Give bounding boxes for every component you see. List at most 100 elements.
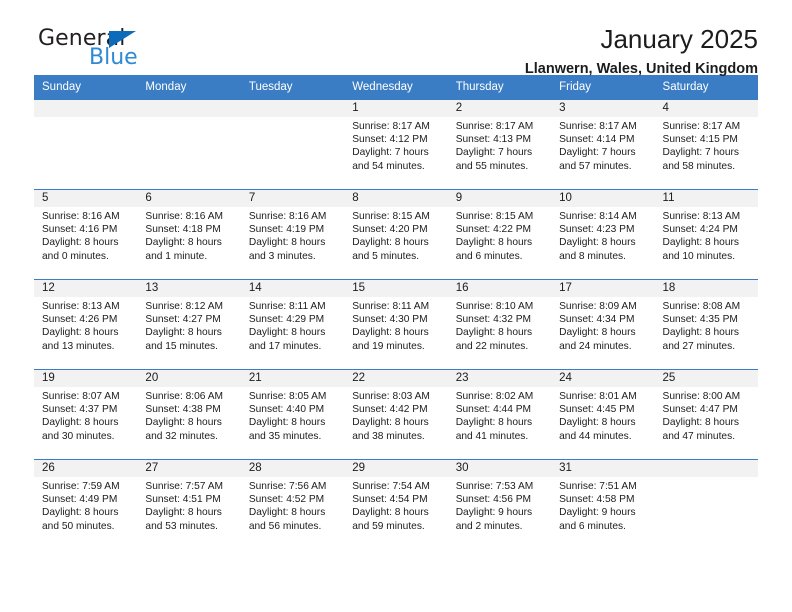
day-number: 15 xyxy=(344,280,448,297)
day-number xyxy=(654,460,758,477)
calendar-day-cell[interactable]: 9 Sunrise: 8:15 AM Sunset: 4:22 PM Daylight… xyxy=(447,189,552,279)
sunrise-text: Sunrise: 8:14 AM xyxy=(559,211,637,222)
calendar-day-cell[interactable]: 11 Sunrise: 8:13 AM Sunset: 4:24 PM Dayligh… xyxy=(654,189,758,279)
day-number: 16 xyxy=(447,280,552,297)
sunrise-text: Sunrise: 7:56 AM xyxy=(248,481,327,492)
calendar-day-cell[interactable]: 16 Sunrise: 8:10 AM Sunset: 4:32 PM Dayligh… xyxy=(447,279,552,369)
daylight-text-line1: Daylight: 8 hours xyxy=(662,237,739,249)
day-details: Sunrise: 8:15 AM Sunset: 4:22 PM Daylight:… xyxy=(448,207,551,263)
general-blue-logo[interactable]: General Blue xyxy=(34,26,234,74)
day-number: 12 xyxy=(34,280,138,297)
sunset-text: Sunset: 4:54 PM xyxy=(352,494,428,506)
daylight-text-line1: Daylight: 8 hours xyxy=(352,507,429,519)
day-details: Sunrise: 8:00 AM Sunset: 4:47 PM Daylight:… xyxy=(655,387,758,443)
day-details: Sunrise: 8:17 AM Sunset: 4:12 PM Daylight:… xyxy=(344,117,447,173)
calendar-day-cell[interactable]: 7 Sunrise: 8:16 AM Sunset: 4:19 PM Daylight… xyxy=(240,189,345,279)
calendar-day-cell[interactable]: 4 Sunrise: 8:17 AM Sunset: 4:15 PM Daylight… xyxy=(654,99,758,189)
sunset-text: Sunset: 4:26 PM xyxy=(42,314,118,326)
day-cell-inner: 30 Sunrise: 7:53 AM Sunset: 4:56 PM Dayligh… xyxy=(447,459,552,549)
daylight-text-line1: Daylight: 7 hours xyxy=(352,147,429,159)
calendar-header: Sunday Monday Tuesday Wednesday Thursday… xyxy=(34,75,758,99)
day-cell-inner: 26 Sunrise: 7:59 AM Sunset: 4:49 PM Dayligh… xyxy=(34,459,138,549)
calendar-day-cell[interactable]: 21 Sunrise: 8:05 AM Sunset: 4:40 PM Dayligh… xyxy=(240,369,345,459)
daylight-text-line2: and 56 minutes. xyxy=(248,520,322,532)
calendar-body: 1 Sunrise: 8:17 AM Sunset: 4:12 PM Daylight… xyxy=(34,99,758,549)
daylight-text-line1: Daylight: 8 hours xyxy=(662,417,739,429)
sunset-text: Sunset: 4:35 PM xyxy=(662,314,738,326)
day-details: Sunrise: 7:54 AM Sunset: 4:54 PM Daylight:… xyxy=(344,477,447,533)
daylight-text-line1: Daylight: 7 hours xyxy=(662,147,739,159)
daylight-text-line1: Daylight: 8 hours xyxy=(559,237,636,249)
calendar-day-cell[interactable]: 28 Sunrise: 7:56 AM Sunset: 4:52 PM Dayligh… xyxy=(240,459,345,549)
sunset-text: Sunset: 4:32 PM xyxy=(455,314,532,326)
daylight-text-line1: Daylight: 8 hours xyxy=(662,327,739,339)
calendar-day-cell[interactable]: 19 Sunrise: 8:07 AM Sunset: 4:37 PM Dayligh… xyxy=(34,369,138,459)
calendar-day-cell[interactable]: 24 Sunrise: 8:01 AM Sunset: 4:45 PM Dayligh… xyxy=(551,369,655,459)
daylight-text-line2: and 0 minutes. xyxy=(42,250,109,262)
daylight-text-line1: Daylight: 8 hours xyxy=(42,237,119,249)
calendar-day-cell xyxy=(137,99,241,189)
daylight-text-line1: Daylight: 8 hours xyxy=(559,417,636,429)
calendar-day-cell[interactable]: 20 Sunrise: 8:06 AM Sunset: 4:38 PM Dayligh… xyxy=(137,369,241,459)
daylight-text-line1: Daylight: 8 hours xyxy=(352,237,429,249)
calendar-day-cell[interactable]: 31 Sunrise: 7:51 AM Sunset: 4:58 PM Dayligh… xyxy=(551,459,655,549)
day-details: Sunrise: 8:06 AM Sunset: 4:38 PM Daylight:… xyxy=(137,387,240,443)
calendar-day-cell[interactable]: 1 Sunrise: 8:17 AM Sunset: 4:12 PM Daylight… xyxy=(344,99,448,189)
daylight-text-line2: and 57 minutes. xyxy=(559,160,632,172)
calendar-day-cell[interactable]: 3 Sunrise: 8:17 AM Sunset: 4:14 PM Daylight… xyxy=(551,99,655,189)
sunrise-text: Sunrise: 8:11 AM xyxy=(352,301,430,312)
calendar-day-cell[interactable]: 8 Sunrise: 8:15 AM Sunset: 4:20 PM Daylight… xyxy=(344,189,448,279)
daylight-text-line1: Daylight: 8 hours xyxy=(248,237,326,249)
masthead: General Blue January 2025 Llanwern, Wale… xyxy=(34,0,758,76)
calendar-day-cell[interactable]: 6 Sunrise: 8:16 AM Sunset: 4:18 PM Daylight… xyxy=(137,189,241,279)
day-cell-inner: 16 Sunrise: 8:10 AM Sunset: 4:32 PM Dayligh… xyxy=(447,279,552,369)
day-number: 28 xyxy=(240,460,345,477)
daylight-text-line2: and 6 minutes. xyxy=(559,520,626,532)
daylight-text-line1: Daylight: 8 hours xyxy=(455,237,533,249)
calendar-day-cell[interactable]: 29 Sunrise: 7:54 AM Sunset: 4:54 PM Dayligh… xyxy=(344,459,448,549)
sunrise-text: Sunrise: 7:53 AM xyxy=(455,481,534,492)
calendar-day-cell[interactable]: 30 Sunrise: 7:53 AM Sunset: 4:56 PM Dayligh… xyxy=(447,459,552,549)
sunrise-text: Sunrise: 8:12 AM xyxy=(145,301,224,312)
day-details: Sunrise: 8:17 AM Sunset: 4:15 PM Daylight:… xyxy=(655,117,758,173)
calendar-day-cell[interactable]: 5 Sunrise: 8:16 AM Sunset: 4:16 PM Daylight… xyxy=(34,189,138,279)
calendar-day-cell[interactable]: 23 Sunrise: 8:02 AM Sunset: 4:44 PM Dayligh… xyxy=(447,369,552,459)
calendar-day-cell[interactable]: 15 Sunrise: 8:11 AM Sunset: 4:30 PM Dayligh… xyxy=(344,279,448,369)
daylight-text-line2: and 8 minutes. xyxy=(559,250,626,262)
calendar-day-cell[interactable]: 17 Sunrise: 8:09 AM Sunset: 4:34 PM Dayligh… xyxy=(551,279,655,369)
calendar-day-cell[interactable]: 27 Sunrise: 7:57 AM Sunset: 4:51 PM Dayligh… xyxy=(137,459,241,549)
daylight-text-line2: and 47 minutes. xyxy=(662,430,736,442)
calendar-day-cell[interactable]: 18 Sunrise: 8:08 AM Sunset: 4:35 PM Dayligh… xyxy=(654,279,758,369)
sunrise-text: Sunrise: 7:54 AM xyxy=(352,481,430,492)
day-number: 5 xyxy=(34,190,138,207)
sunrise-text: Sunrise: 8:05 AM xyxy=(248,391,327,402)
calendar-day-cell[interactable]: 22 Sunrise: 8:03 AM Sunset: 4:42 PM Dayligh… xyxy=(344,369,448,459)
calendar-day-cell[interactable]: 13 Sunrise: 8:12 AM Sunset: 4:27 PM Dayligh… xyxy=(137,279,241,369)
sunset-text: Sunset: 4:56 PM xyxy=(455,494,532,506)
calendar-day-cell[interactable]: 25 Sunrise: 8:00 AM Sunset: 4:47 PM Dayligh… xyxy=(654,369,758,459)
day-number: 29 xyxy=(344,460,448,477)
daylight-text-line1: Daylight: 8 hours xyxy=(455,327,533,339)
daylight-text-line2: and 27 minutes. xyxy=(662,340,736,352)
calendar-day-cell[interactable]: 26 Sunrise: 7:59 AM Sunset: 4:49 PM Dayligh… xyxy=(34,459,138,549)
calendar-day-cell[interactable]: 2 Sunrise: 8:17 AM Sunset: 4:13 PM Daylight… xyxy=(447,99,552,189)
sunrise-text: Sunrise: 8:17 AM xyxy=(455,121,534,132)
day-cell-inner: 18 Sunrise: 8:08 AM Sunset: 4:35 PM Dayligh… xyxy=(654,279,758,369)
daylight-text-line1: Daylight: 8 hours xyxy=(42,507,119,519)
day-cell-inner xyxy=(654,459,758,549)
sunset-text: Sunset: 4:52 PM xyxy=(248,494,325,506)
sunset-text: Sunset: 4:51 PM xyxy=(145,494,221,506)
sunrise-text: Sunrise: 8:10 AM xyxy=(455,301,534,312)
sunset-text: Sunset: 4:22 PM xyxy=(455,224,532,236)
day-cell-inner: 31 Sunrise: 7:51 AM Sunset: 4:58 PM Dayligh… xyxy=(551,459,655,549)
sunrise-text: Sunrise: 8:06 AM xyxy=(145,391,224,402)
sunset-text: Sunset: 4:19 PM xyxy=(248,224,325,236)
weekday-header-row: Sunday Monday Tuesday Wednesday Thursday… xyxy=(34,75,758,99)
calendar-day-cell[interactable]: 14 Sunrise: 8:11 AM Sunset: 4:29 PM Dayligh… xyxy=(240,279,345,369)
day-details: Sunrise: 8:16 AM Sunset: 4:19 PM Daylight:… xyxy=(241,207,344,263)
calendar-day-cell[interactable]: 12 Sunrise: 8:13 AM Sunset: 4:26 PM Dayligh… xyxy=(34,279,138,369)
sunrise-text: Sunrise: 8:03 AM xyxy=(352,391,430,402)
sunrise-text: Sunrise: 7:51 AM xyxy=(559,481,637,492)
calendar-day-cell[interactable]: 10 Sunrise: 8:14 AM Sunset: 4:23 PM Dayligh… xyxy=(551,189,655,279)
day-cell-inner: 3 Sunrise: 8:17 AM Sunset: 4:14 PM Daylight… xyxy=(551,99,655,189)
